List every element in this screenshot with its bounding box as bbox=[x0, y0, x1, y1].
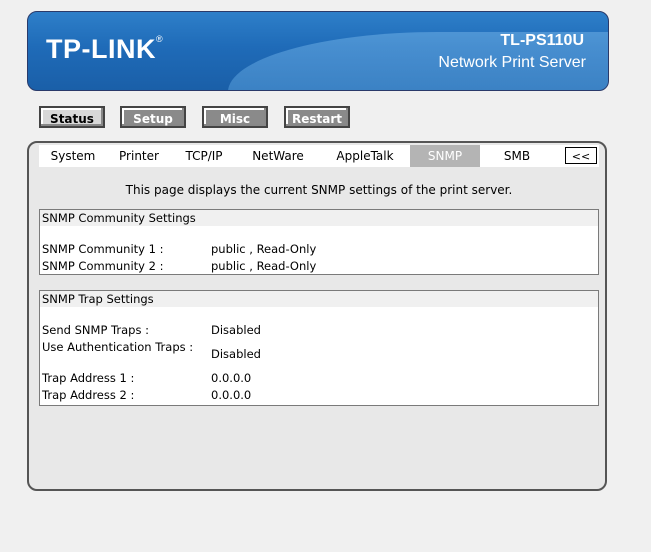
tab-netware[interactable]: NetWare bbox=[243, 145, 313, 167]
trap-settings-group: SNMP Trap Settings Send SNMP Traps : Dis… bbox=[39, 290, 599, 406]
tab-system[interactable]: System bbox=[43, 145, 103, 167]
logo-registered-mark: ® bbox=[155, 34, 164, 44]
community-2-value: public , Read-Only bbox=[211, 259, 317, 273]
community-settings-title: SNMP Community Settings bbox=[40, 210, 598, 226]
send-traps-label: Send SNMP Traps : bbox=[42, 323, 149, 337]
setup-button[interactable]: Setup bbox=[120, 106, 186, 128]
misc-button[interactable]: Misc bbox=[202, 106, 268, 128]
model-name: TL-PS110U bbox=[500, 32, 584, 49]
tab-appletalk[interactable]: AppleTalk bbox=[325, 145, 405, 167]
tab-scroll-back-button[interactable]: << bbox=[565, 147, 597, 164]
tab-printer[interactable]: Printer bbox=[111, 145, 167, 167]
community-settings-group: SNMP Community Settings SNMP Community 1… bbox=[39, 209, 599, 275]
trap-settings-title: SNMP Trap Settings bbox=[40, 291, 598, 307]
auth-traps-label: Use Authentication Traps : bbox=[42, 340, 194, 354]
trap-address-2-label: Trap Address 2 : bbox=[42, 388, 135, 402]
tab-snmp[interactable]: SNMP bbox=[410, 145, 480, 167]
auth-traps-value: Disabled bbox=[211, 347, 261, 361]
logo-text: TP-LINK bbox=[46, 34, 156, 64]
content-panel: System Printer TCP/IP NetWare AppleTalk … bbox=[27, 141, 607, 491]
trap-address-1-label: Trap Address 1 : bbox=[42, 371, 135, 385]
status-button[interactable]: Status bbox=[39, 106, 105, 128]
tab-tcpip[interactable]: TCP/IP bbox=[175, 145, 233, 167]
tab-smb[interactable]: SMB bbox=[487, 145, 547, 167]
community-2-label: SNMP Community 2 : bbox=[42, 259, 164, 273]
community-1-value: public , Read-Only bbox=[211, 242, 317, 256]
page-description: This page displays the current SNMP sett… bbox=[125, 183, 513, 197]
product-subtitle: Network Print Server bbox=[438, 54, 586, 71]
send-traps-value: Disabled bbox=[211, 323, 261, 337]
trap-address-1-value: 0.0.0.0 bbox=[211, 371, 252, 385]
restart-button[interactable]: Restart bbox=[284, 106, 350, 128]
header-banner: TP-LINK® TL-PS110U Network Print Server bbox=[27, 11, 609, 91]
community-1-label: SNMP Community 1 : bbox=[42, 242, 164, 256]
tp-link-logo: TP-LINK® bbox=[46, 34, 163, 65]
tab-bar: System Printer TCP/IP NetWare AppleTalk … bbox=[39, 145, 599, 167]
trap-address-2-value: 0.0.0.0 bbox=[211, 388, 252, 402]
